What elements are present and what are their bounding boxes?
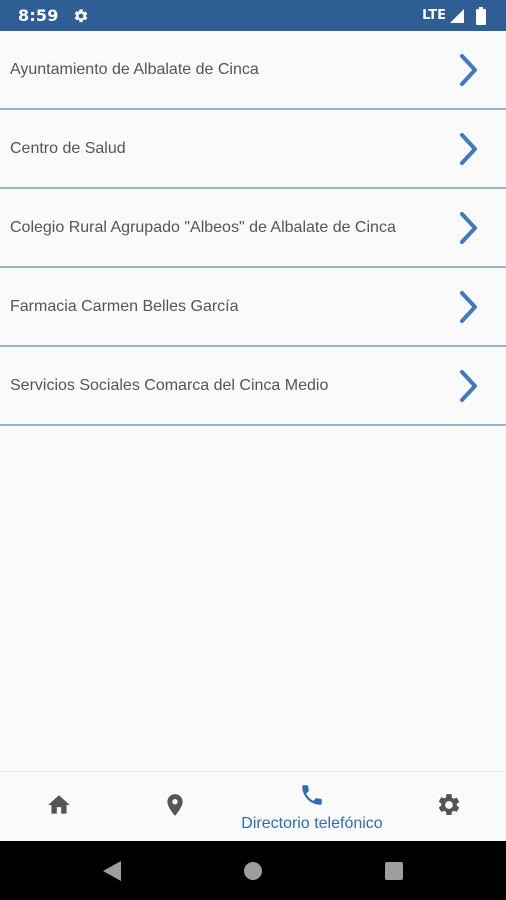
status-indicators: LTE [422, 6, 490, 25]
chevron-right-icon [458, 369, 480, 403]
network-type: LTE [422, 8, 446, 23]
phone-icon [299, 782, 325, 813]
list-item[interactable]: Servicios Sociales Comarca del Cinca Med… [0, 347, 506, 426]
bottom-navigation: Directorio telefónico [0, 771, 506, 841]
chevron-right-icon [458, 53, 480, 87]
back-icon[interactable] [101, 860, 123, 882]
nav-directory-label: Directorio telefónico [241, 814, 383, 832]
chevron-right-icon [458, 211, 480, 245]
nav-home[interactable] [30, 772, 88, 842]
chevron-right-icon [458, 132, 480, 166]
list-item[interactable]: Colegio Rural Agrupado "Albeos" de Albal… [0, 189, 506, 268]
nav-directory[interactable]: Directorio telefónico [226, 772, 398, 842]
home-icon [46, 792, 72, 823]
list-item-label: Farmacia Carmen Belles García [10, 297, 239, 315]
list-item[interactable]: Ayuntamiento de Albalate de Cinca [0, 31, 506, 110]
recents-icon[interactable] [383, 860, 405, 882]
nav-settings[interactable] [420, 772, 478, 842]
directory-list: Ayuntamiento de Albalate de Cinca Centro… [0, 31, 506, 426]
list-item-label: Servicios Sociales Comarca del Cinca Med… [10, 376, 329, 394]
battery-icon [476, 6, 490, 25]
nav-map[interactable] [146, 772, 204, 842]
home-circle-icon[interactable] [242, 860, 264, 882]
list-item[interactable]: Farmacia Carmen Belles García [0, 268, 506, 347]
chevron-right-icon [458, 290, 480, 324]
status-time: 8:59 [18, 6, 59, 25]
location-pin-icon [162, 792, 188, 823]
system-navigation-bar [0, 841, 506, 900]
list-item-label: Colegio Rural Agrupado "Albeos" de Albal… [10, 218, 396, 236]
list-item-label: Centro de Salud [10, 139, 126, 157]
gear-icon [73, 8, 89, 24]
settings-icon [436, 792, 462, 823]
list-item-label: Ayuntamiento de Albalate de Cinca [10, 60, 259, 78]
list-item[interactable]: Centro de Salud [0, 110, 506, 189]
status-bar: 8:59 LTE [0, 0, 506, 31]
signal-icon [450, 8, 464, 23]
